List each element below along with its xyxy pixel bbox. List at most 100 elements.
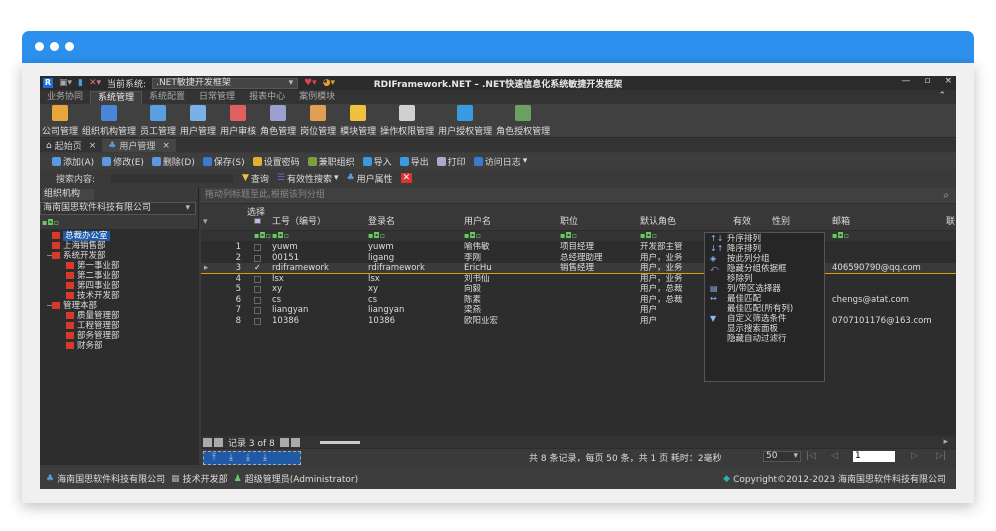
export-button[interactable]: 导出 [399, 155, 429, 168]
ribbon-collapse-icon[interactable]: ⌃ [938, 91, 946, 101]
context-menu-item[interactable]: ◈ 按此列分组 [705, 254, 824, 264]
tab-cases[interactable]: 案例模块 [292, 91, 342, 104]
next-page-icon[interactable]: ⤓ [246, 453, 250, 463]
current-system-select[interactable]: .NET敏捷开发框架 [152, 77, 299, 89]
filter-cell-icon[interactable]: ▪◘▫ [368, 231, 385, 240]
set-password-button[interactable]: 设置密码 [252, 155, 300, 168]
context-menu-item[interactable]: ↑↓ 升序排列 [705, 234, 824, 244]
close-button[interactable]: × [944, 76, 952, 86]
access-log-button[interactable]: 访问日志 ▾ [473, 155, 527, 168]
tab-user-management[interactable]: ♣ 用户管理 × [102, 139, 176, 152]
tree-node[interactable]: 第一事业部 [40, 261, 199, 271]
tab-system-management[interactable]: 系统管理 [90, 91, 143, 104]
tree-node[interactable]: 部务管理部 [40, 331, 199, 341]
scroll-right-icon[interactable]: ▸ [943, 437, 948, 447]
context-menu-item[interactable]: ▼ 自定义筛选条件 [705, 314, 824, 324]
tree-node[interactable]: 第四事业部 [40, 281, 199, 291]
column-header[interactable]: 有效 [733, 217, 751, 227]
tab-home[interactable]: ⌂ 起始页 × [40, 139, 102, 153]
select-all-checkbox[interactable] [254, 218, 261, 224]
first-record-icon[interactable] [203, 437, 212, 447]
table-row[interactable]: 4 lsx lsx 刘书仙 用户，业务 [201, 274, 956, 285]
table-row[interactable]: 7 liangyan liangyan 梁燕 用户 [201, 305, 956, 316]
add-button[interactable]: 添加(A) [52, 155, 94, 168]
prev-record-icon[interactable] [214, 437, 223, 447]
column-header[interactable]: 邮箱 [832, 217, 850, 227]
tab-daily[interactable]: 日常管理 [192, 91, 242, 104]
delete-button[interactable]: 删除(D) [151, 155, 195, 168]
ribbon-button[interactable]: 员工管理 [138, 104, 178, 137]
filter-cell-icon[interactable]: ▪◘▫ [254, 231, 271, 240]
close-tab-icon[interactable]: × [162, 141, 170, 151]
ribbon-button[interactable]: 角色管理 [258, 104, 298, 137]
column-header[interactable]: 默认角色 [640, 217, 676, 227]
column-header[interactable]: 用户名 [464, 217, 491, 227]
ribbon-button[interactable]: 角色授权管理 [494, 104, 552, 137]
heart-icon[interactable]: ♥▾ [304, 78, 317, 88]
part-time-button[interactable]: 兼职组织 [307, 155, 355, 168]
tree-node[interactable]: 总裁办公室 [40, 231, 199, 241]
row-checkbox[interactable] [254, 286, 261, 293]
next-page-button[interactable]: ▷ [911, 451, 918, 461]
tree-node[interactable]: 技术开发部 [40, 291, 199, 301]
table-row[interactable]: 8 10386 10386 欧阳业宏 用户 0707101176@163.com [201, 316, 956, 327]
print-button[interactable]: 打印 [436, 155, 466, 168]
last-record-icon[interactable] [290, 437, 300, 447]
import-button[interactable]: 导入 [362, 155, 392, 168]
tab-system-config[interactable]: 系统配置 [142, 91, 192, 104]
query-button[interactable]: ▼ 查询 [242, 172, 269, 185]
context-menu-item[interactable]: ⤺ 隐藏分组依据框 [705, 264, 824, 274]
column-header[interactable]: 职位 [560, 217, 578, 227]
maximize-button[interactable]: ▫ [924, 76, 930, 86]
column-header[interactable]: 性别 [772, 217, 790, 227]
row-checkbox[interactable] [254, 296, 261, 304]
row-checkbox[interactable] [254, 317, 261, 325]
search-input[interactable] [110, 172, 234, 184]
prev-page-button[interactable]: ◁ [831, 451, 838, 461]
table-row[interactable]: 2 00151 ligang 李刚 总经理助理 用户，业务 [201, 253, 956, 264]
context-menu-item[interactable]: ↔ 最佳匹配 [705, 294, 824, 304]
ribbon-button[interactable]: 操作权限管理 [378, 104, 436, 137]
filter-cell-icon[interactable]: ▪◘▫ [464, 231, 481, 240]
page-number-input[interactable]: 1 [853, 451, 895, 462]
next-record-icon[interactable] [279, 437, 289, 447]
column-header[interactable]: 联 [946, 217, 955, 227]
edit-button[interactable]: 修改(E) [102, 155, 144, 168]
ribbon-button[interactable]: 用户审核 [218, 104, 258, 137]
row-checkbox[interactable]: ✓ [254, 264, 261, 272]
last-page-icon[interactable]: ⤓ [263, 453, 267, 463]
column-header[interactable]: 登录名 [368, 217, 395, 227]
column-header[interactable]: 工号（编号） [272, 217, 326, 227]
tree-node[interactable]: 上海销售部 [40, 241, 199, 251]
tree-node[interactable]: 第二事业部 [40, 271, 199, 281]
tree-node[interactable]: 财务部 [40, 341, 199, 351]
tab-business[interactable]: 业务协同 [40, 91, 90, 104]
row-checkbox[interactable] [254, 307, 261, 314]
minimize-button[interactable]: — [901, 76, 910, 86]
table-row[interactable]: 5 xy xy 向毅 用户，总裁 [201, 284, 956, 295]
clear-button[interactable]: ✕ [400, 173, 413, 183]
filter-cell-icon[interactable]: ▪◘▫ [832, 231, 849, 240]
context-menu-item[interactable]: ↓↑ 降序排列 [705, 244, 824, 254]
chart-icon[interactable]: ▮ [78, 78, 83, 88]
tree-node[interactable]: − 管理本部 [40, 301, 199, 311]
filter-cell-icon[interactable]: ▪◘▫ [640, 231, 657, 240]
tree-node[interactable]: − 系统开发部 [40, 251, 199, 261]
window-icon[interactable]: ▣▾ [59, 78, 72, 88]
ribbon-button[interactable]: 组织机构管理 [80, 104, 138, 137]
tree-filter-icon[interactable]: ▪◘▫ [42, 218, 59, 227]
last-page-button[interactable]: ▷| [936, 451, 946, 461]
close-tab-icon[interactable]: × [89, 141, 97, 151]
context-menu-item[interactable]: 移除列 [705, 274, 824, 284]
save-button[interactable]: 保存(S) [202, 155, 245, 168]
tools-icon[interactable]: ✕▾ [89, 78, 101, 88]
skin-icon[interactable]: ◕▾ [323, 78, 335, 88]
page-size-select[interactable]: 50 ▾ [763, 451, 801, 462]
horizontal-scrollbar[interactable] [319, 440, 360, 444]
prev-page-icon[interactable]: ⤓ [229, 453, 233, 463]
tree-node[interactable]: 质量管理部 [40, 311, 199, 321]
context-menu-item[interactable]: ▤ 列/带区选择器 [705, 284, 824, 294]
org-tab[interactable]: 组织机构 [42, 189, 94, 200]
tab-reports[interactable]: 报表中心 [242, 91, 292, 104]
filter-cell-icon[interactable]: ▪◘▫ [272, 231, 289, 240]
